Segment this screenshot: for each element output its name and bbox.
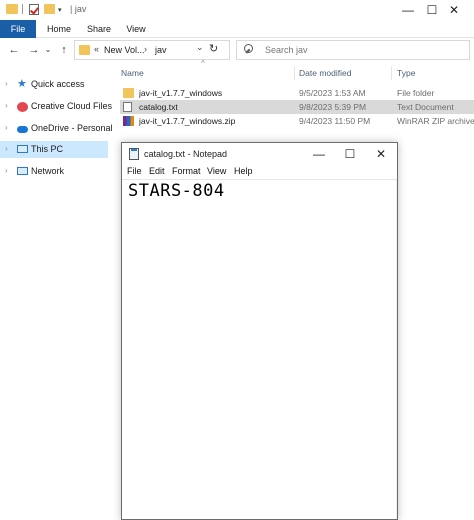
ribbon-tabs: File Home Share View: [0, 20, 474, 38]
chevron-right-icon[interactable]: ›: [5, 144, 8, 153]
sidebar-item-label: OneDrive - Personal: [31, 123, 113, 133]
window-title: | jav: [70, 4, 87, 14]
zip-archive-icon: [123, 116, 134, 126]
sidebar-item-quick-access[interactable]: › ★ Quick access: [0, 76, 108, 94]
column-divider[interactable]: [294, 66, 295, 80]
file-row-zip[interactable]: jav-it_v1.7.7_windows.zip 9/4/2023 11:50…: [120, 114, 474, 128]
sidebar-item-label: This PC: [31, 144, 64, 154]
maximize-button[interactable]: ☐: [334, 143, 366, 165]
sidebar-item-network[interactable]: › Network: [0, 163, 108, 181]
breadcrumb-new-volume[interactable]: New Vol...: [104, 45, 145, 55]
notepad-text-area[interactable]: STARS-804: [128, 181, 225, 201]
new-folder-icon[interactable]: [44, 4, 55, 14]
file-name: jav-it_v1.7.7_windows: [139, 88, 223, 98]
explorer-title-bar[interactable]: ▾ | jav — ☐ ✕: [0, 0, 474, 20]
sidebar-item-creative-cloud[interactable]: › Creative Cloud Files: [0, 98, 112, 116]
folder-icon: [123, 88, 134, 98]
breadcrumb-overflow[interactable]: «: [94, 44, 99, 54]
address-bar[interactable]: « New Vol... › jav ⌄: [74, 40, 230, 60]
menu-view[interactable]: View: [207, 166, 226, 176]
column-header-date[interactable]: Date modified: [299, 68, 351, 78]
forward-button[interactable]: →: [26, 42, 42, 58]
tab-share[interactable]: Share: [84, 20, 114, 38]
menu-file[interactable]: File: [127, 166, 142, 176]
address-dropdown-button[interactable]: ⌄: [196, 42, 204, 53]
file-name: catalog.txt: [139, 102, 178, 112]
sort-ascending-icon: ^: [201, 59, 205, 68]
sidebar-item-label: Creative Cloud Files: [31, 101, 113, 111]
column-divider[interactable]: [391, 66, 392, 80]
file-date: 9/8/2023 5:39 PM: [299, 102, 367, 112]
chevron-right-icon[interactable]: ›: [5, 123, 8, 132]
properties-icon[interactable]: [29, 4, 39, 15]
notepad-title: catalog.txt - Notepad: [144, 149, 228, 159]
star-icon: ★: [17, 78, 27, 90]
folder-icon: [79, 45, 90, 55]
tab-view[interactable]: View: [122, 20, 150, 38]
breadcrumb-jav[interactable]: jav: [155, 45, 167, 55]
file-date: 9/4/2023 11:50 PM: [299, 116, 371, 126]
chevron-right-icon[interactable]: ›: [5, 166, 8, 175]
notepad-window: catalog.txt - Notepad — ☐ ✕ File Edit Fo…: [121, 142, 398, 520]
close-button[interactable]: ✕: [365, 143, 397, 165]
navigation-bar: ← → ⌄ ↑ « New Vol... › jav ⌄ ↻ Search ja…: [0, 38, 474, 62]
menu-edit[interactable]: Edit: [149, 166, 165, 176]
network-icon: [17, 167, 28, 175]
minimize-button[interactable]: —: [303, 143, 335, 165]
tab-file[interactable]: File: [0, 20, 36, 38]
file-row-catalog[interactable]: catalog.txt 9/8/2023 5:39 PM Text Docume…: [120, 100, 474, 114]
folder-icon: [6, 4, 18, 14]
divider: [22, 4, 23, 14]
computer-icon: [17, 145, 28, 153]
notepad-title-bar[interactable]: catalog.txt - Notepad — ☐ ✕: [122, 143, 397, 165]
menu-help[interactable]: Help: [234, 166, 253, 176]
up-button[interactable]: ↑: [56, 42, 72, 58]
notepad-menu-bar: File Edit Format View Help: [122, 165, 397, 179]
sidebar-item-this-pc[interactable]: › This PC: [0, 141, 108, 158]
search-input[interactable]: Search jav: [265, 45, 308, 55]
text-file-icon: [123, 102, 132, 112]
sidebar-item-onedrive[interactable]: › OneDrive - Personal: [0, 120, 113, 138]
menu-format[interactable]: Format: [172, 166, 201, 176]
refresh-button[interactable]: ↻: [209, 42, 218, 55]
notepad-icon: [129, 148, 139, 160]
column-header-type[interactable]: Type: [397, 68, 415, 78]
column-header-name[interactable]: Name: [121, 68, 144, 78]
search-box[interactable]: Search jav: [236, 40, 470, 60]
file-type: WinRAR ZIP archive: [397, 116, 474, 126]
chevron-right-icon[interactable]: ›: [5, 101, 8, 110]
divider: [122, 179, 397, 180]
close-button[interactable]: ✕: [432, 0, 474, 20]
breadcrumb-separator: ›: [144, 44, 147, 54]
file-name: jav-it_v1.7.7_windows.zip: [139, 116, 236, 126]
back-button[interactable]: ←: [6, 42, 22, 58]
tab-home[interactable]: Home: [44, 20, 74, 38]
sidebar-item-label: Quick access: [31, 79, 85, 89]
search-icon: [244, 44, 253, 53]
sidebar-item-label: Network: [31, 166, 65, 176]
file-type: File folder: [397, 88, 435, 98]
chevron-right-icon[interactable]: ›: [5, 79, 8, 88]
file-row-folder[interactable]: jav-it_v1.7.7_windows 9/5/2023 1:53 AM F…: [120, 86, 474, 100]
customize-toolbar-icon[interactable]: ▾: [58, 6, 62, 14]
file-type: Text Document: [397, 102, 454, 112]
navigation-pane: › ★ Quick access › Creative Cloud Files …: [0, 62, 113, 520]
recent-locations-button[interactable]: ⌄: [43, 42, 53, 58]
cloud-icon: [17, 126, 28, 133]
creative-cloud-icon: [17, 102, 28, 112]
scrollbar[interactable]: [396, 180, 397, 519]
file-date: 9/5/2023 1:53 AM: [299, 88, 366, 98]
